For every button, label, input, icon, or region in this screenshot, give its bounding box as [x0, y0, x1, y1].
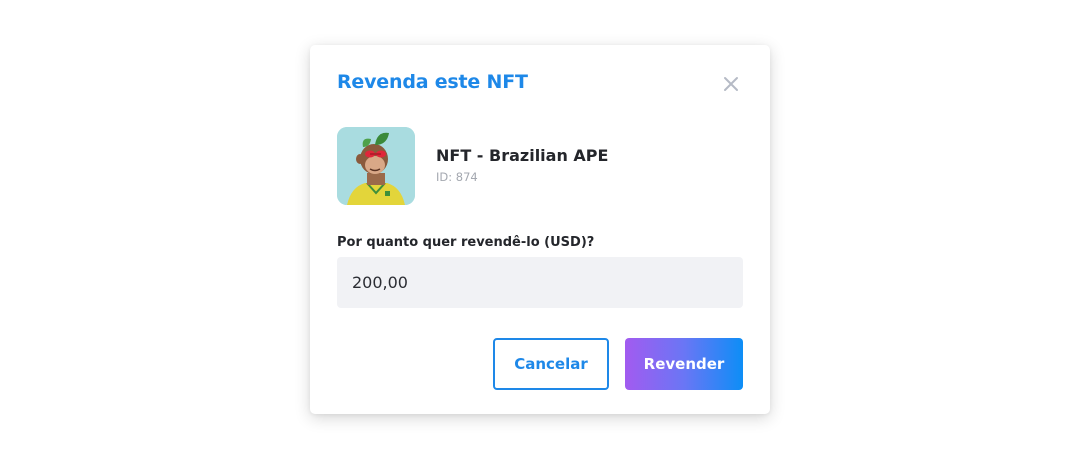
- modal-title: Revenda este NFT: [337, 71, 528, 93]
- price-label: Por quanto quer revendê-lo (USD)?: [337, 235, 595, 250]
- nft-name: NFT - Brazilian APE: [436, 146, 609, 165]
- resell-modal: Revenda este NFT NFT - Brazilian APE ID:…: [310, 45, 770, 414]
- resell-button[interactable]: Revender: [625, 338, 743, 390]
- nft-image: [337, 127, 415, 205]
- nft-id: ID: 874: [436, 170, 478, 184]
- price-input[interactable]: [337, 257, 743, 308]
- cancel-button[interactable]: Cancelar: [493, 338, 609, 390]
- ape-avatar-image: [337, 127, 415, 205]
- close-icon[interactable]: [720, 73, 742, 95]
